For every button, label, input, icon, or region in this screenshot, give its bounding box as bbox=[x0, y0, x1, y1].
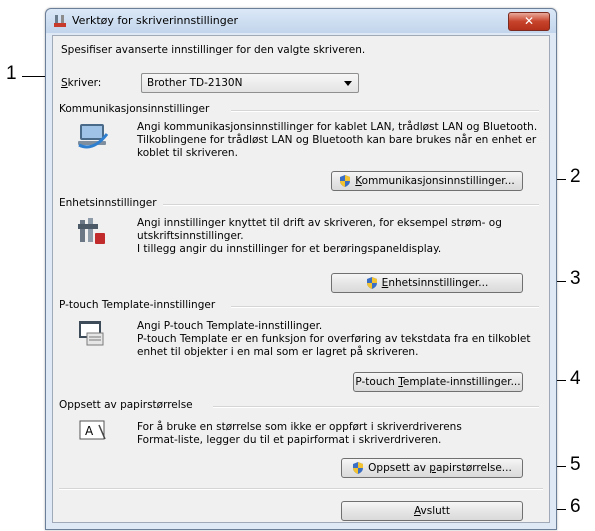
shield-icon bbox=[353, 462, 364, 474]
device-settings-button[interactable]: Enhetsinnstillinger... bbox=[331, 273, 523, 293]
communication-group-line bbox=[231, 110, 539, 112]
chevron-down-icon bbox=[344, 81, 352, 86]
communication-group-title: Kommunikasjonsinnstillinger bbox=[59, 103, 210, 115]
communication-description: Angi kommunikasjonsinnstillinger for kab… bbox=[137, 121, 538, 159]
shield-icon bbox=[366, 277, 377, 289]
network-icon bbox=[78, 124, 109, 149]
device-group-line bbox=[163, 204, 539, 206]
template-description: Angi P-touch Template-innstillinger. P-t… bbox=[137, 320, 531, 358]
paper-size-button[interactable]: Oppsett av papirstørrelse... bbox=[341, 458, 523, 478]
communication-settings-button[interactable]: Kommunikasjonsinnstillinger... bbox=[331, 171, 523, 191]
device-settings-icon bbox=[78, 218, 105, 244]
printer-select[interactable]: Brother TD-2130N bbox=[141, 73, 359, 93]
window-title: Verktøy for skriverinnstillinger bbox=[72, 14, 238, 27]
settings-window: Verktøy for skriverinnstillinger ✕ Spesi… bbox=[45, 8, 557, 530]
template-group-line bbox=[231, 306, 539, 308]
callout-3: 3 bbox=[570, 268, 581, 289]
paper-group-title: Oppsett av papirstørrelse bbox=[59, 399, 193, 411]
callout-4: 4 bbox=[570, 368, 581, 389]
template-settings-button[interactable]: P-touch Template-innstillinger... bbox=[353, 372, 523, 392]
paper-description: For å bruke en størrelse som ikke er opp… bbox=[137, 421, 462, 446]
settings-tool-icon bbox=[54, 15, 66, 27]
callout-1: 1 bbox=[6, 63, 17, 84]
callout-6: 6 bbox=[570, 496, 581, 517]
paper-size-icon: A bbox=[79, 420, 106, 440]
title-bar: Verktøy for skriverinnstillinger ✕ bbox=[46, 9, 556, 33]
callout-5: 5 bbox=[570, 454, 581, 475]
printer-label: Skriver: bbox=[61, 77, 102, 89]
template-icon bbox=[79, 321, 104, 346]
intro-text: Spesifiser avanserte innstillinger for d… bbox=[61, 44, 366, 56]
device-description: Angi innstillinger knyttet til drift av … bbox=[137, 217, 502, 255]
shield-icon bbox=[340, 175, 351, 187]
device-group-title: Enhetsinnstillinger bbox=[59, 197, 157, 209]
paper-group-line bbox=[213, 406, 539, 408]
footer-separator bbox=[59, 488, 543, 490]
close-button[interactable]: ✕ bbox=[508, 12, 550, 31]
callout-2: 2 bbox=[570, 166, 581, 187]
exit-button[interactable]: Avslutt bbox=[341, 501, 523, 521]
printer-select-value: Brother TD-2130N bbox=[147, 77, 243, 89]
svg-text:A: A bbox=[85, 424, 94, 438]
template-group-title: P-touch Template-innstillinger bbox=[59, 299, 216, 311]
dialog-body: Spesifiser avanserte innstillinger for d… bbox=[52, 35, 550, 523]
